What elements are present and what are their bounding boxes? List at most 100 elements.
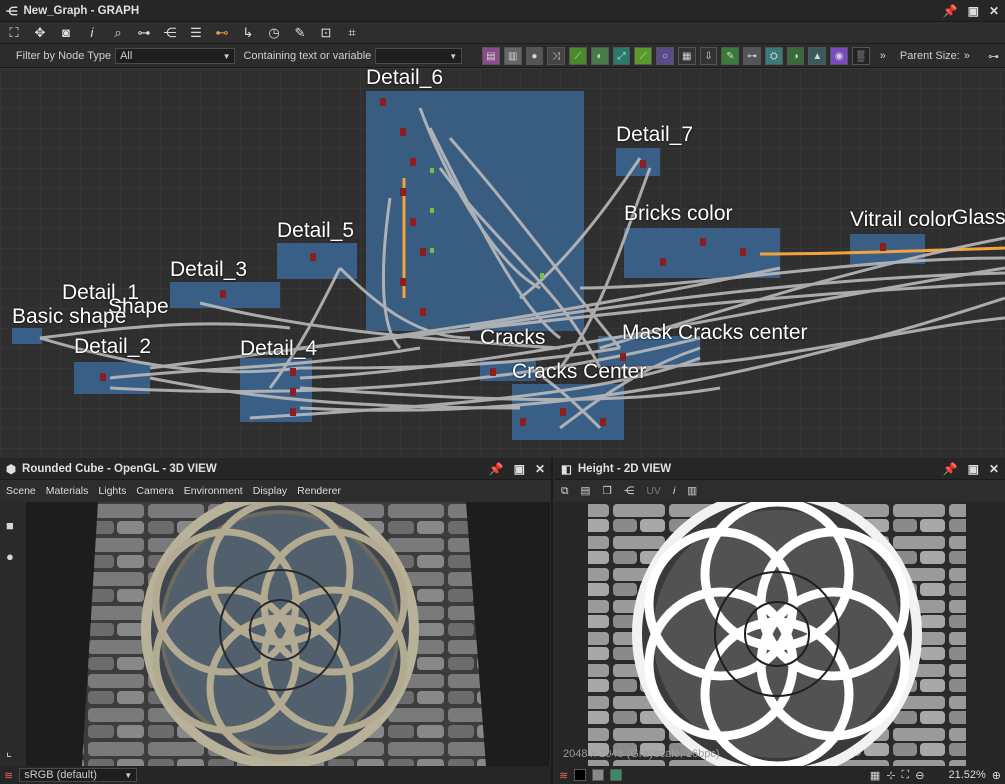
camera-icon[interactable]: ◙	[58, 25, 74, 41]
levels-node-icon[interactable]: ⟋	[634, 47, 653, 65]
connector-icon[interactable]: ⊶	[988, 50, 999, 63]
light-tool-icon[interactable]: ●	[6, 549, 20, 564]
copy-icon[interactable]: ❐	[602, 485, 611, 497]
view2d-viewport[interactable]: 2048 x 2048 (Grayscale, 16bpc)	[555, 502, 1005, 766]
bend-icon[interactable]: ↳	[240, 25, 256, 41]
menu-display[interactable]: Display	[253, 485, 287, 497]
pin-icon[interactable]: 📌	[943, 4, 958, 18]
wrench-icon[interactable]: ✎	[292, 25, 308, 41]
maximize-icon[interactable]: ▣	[968, 462, 979, 476]
gradient-node-icon[interactable]: ◐	[590, 47, 609, 65]
view3d-viewport[interactable]	[26, 502, 550, 766]
grid-node-icon[interactable]: ▦	[677, 47, 696, 65]
svg-node-icon[interactable]: ▥	[503, 47, 522, 65]
connect-icon[interactable]: ⊷	[214, 25, 230, 41]
cube-icon: ⬢	[6, 463, 17, 476]
frame-all-icon[interactable]: ⛶	[6, 25, 22, 41]
hierarchy-icon[interactable]: ⋲	[162, 25, 178, 41]
shuffle-node-icon[interactable]: ⤨	[547, 47, 566, 65]
maximize-icon[interactable]: ▣	[968, 4, 979, 18]
menu-camera[interactable]: Camera	[136, 485, 173, 497]
axes-icon[interactable]: ⌞	[6, 744, 12, 760]
menu-materials[interactable]: Materials	[46, 485, 89, 497]
black-swatch-icon[interactable]	[574, 769, 587, 781]
grid-icon[interactable]: ▦	[870, 769, 880, 782]
list-icon[interactable]: ☰	[188, 25, 204, 41]
frame-label-vitrail-color[interactable]: Vitrail color	[850, 208, 953, 232]
containing-text-input[interactable]: ▼	[375, 48, 463, 64]
pin-icon[interactable]: 📌	[489, 462, 504, 476]
view2d-toolbar: ⧉ ▤ ❐ ⋲ UV i ▥	[555, 480, 1005, 502]
close-icon[interactable]: ✕	[989, 462, 999, 476]
uniform-node-icon[interactable]: ●	[525, 47, 544, 65]
chevron-down-icon: ▼	[449, 51, 458, 61]
menu-lights[interactable]: Lights	[98, 485, 126, 497]
frame-label-detail-5[interactable]: Detail_5	[277, 219, 354, 243]
blend-node-icon[interactable]: ⊶	[743, 47, 761, 65]
graph-toolbar: ⛶ ✥ ◙ i ⌕ ⊶ ⋲ ☰ ⊷ ↳ ◷ ✎ ⊡ ⌗	[0, 22, 1005, 44]
frame-label-glass[interactable]: Glass	[952, 206, 1005, 230]
node-type-dropdown[interactable]: All ▼	[115, 48, 236, 64]
share-icon[interactable]: ⋲	[624, 485, 635, 497]
uv-button[interactable]: UV	[646, 485, 661, 497]
noise-node-icon[interactable]: ▒	[852, 47, 870, 65]
image-channel-icon[interactable]	[610, 769, 623, 781]
timer-icon[interactable]: ◷	[266, 25, 282, 41]
material-node-icon[interactable]: ◑	[786, 47, 805, 65]
bottom-panels: ⬢ Rounded Cube - OpenGL - 3D VIEW 📌 ▣ ✕ …	[0, 458, 1005, 784]
graph-canvas[interactable]: Detail_6 Detail_7 Detail_5 Detail_3 Deta…	[0, 68, 1005, 458]
transform-node-icon[interactable]: ⤢	[612, 47, 631, 65]
maximize-icon[interactable]: ▣	[514, 462, 525, 476]
grey-swatch-icon[interactable]	[592, 769, 605, 781]
close-icon[interactable]: ✕	[989, 4, 999, 18]
menu-renderer[interactable]: Renderer	[297, 485, 341, 497]
parent-size-more-button[interactable]: »	[964, 50, 970, 62]
pin-icon[interactable]: 📌	[943, 462, 958, 476]
tiling-icon[interactable]: ⊹	[886, 769, 895, 782]
height-map-image	[588, 502, 966, 766]
zoom-in-icon[interactable]: ⊕	[992, 769, 1001, 782]
export-icon[interactable]: ⊡	[318, 25, 334, 41]
zoom-out-icon[interactable]: ⊖	[915, 769, 924, 782]
view3d-menubar: Scene Materials Lights Camera Environmen…	[0, 480, 551, 502]
frame-label-detail-4[interactable]: Detail_4	[240, 337, 317, 361]
crop-icon[interactable]: ⌗	[344, 25, 360, 41]
info-icon[interactable]: i	[84, 25, 100, 41]
layers-icon[interactable]: ≋	[559, 769, 568, 782]
frame-label-bricks-color[interactable]: Bricks color	[624, 202, 733, 226]
sphere-node-icon[interactable]: ○	[656, 47, 674, 65]
histogram-node-icon[interactable]: ▲	[808, 47, 827, 65]
color-node-icon[interactable]: ◉	[830, 47, 848, 65]
camera-tool-icon[interactable]: ■	[6, 518, 20, 533]
view2d-icon: ◧	[561, 463, 572, 476]
rendered-window-cube	[82, 502, 486, 766]
output-node-icon[interactable]: ⇩	[699, 47, 718, 65]
frame-label-cracks-center[interactable]: Cracks Center	[512, 360, 646, 384]
frame-label-detail-6[interactable]: Detail_6	[366, 68, 443, 90]
fit-icon[interactable]: ⛶	[902, 769, 910, 782]
colorspace-dropdown[interactable]: sRGB (default) ▼	[19, 768, 138, 782]
compare-icon[interactable]: ⧉	[561, 485, 569, 498]
menu-environment[interactable]: Environment	[184, 485, 243, 497]
frame-label-basic-shape[interactable]: Basic shape	[12, 305, 126, 329]
frame-label-detail-3[interactable]: Detail_3	[170, 258, 247, 282]
frame-label-cracks[interactable]: Cracks	[480, 326, 545, 350]
light-node-icon[interactable]: ⛭	[764, 47, 783, 65]
frame-label-detail-7[interactable]: Detail_7	[616, 123, 693, 147]
close-icon[interactable]: ✕	[535, 462, 545, 476]
layers-icon[interactable]: ≋	[4, 769, 13, 782]
graph-panel-titlebar: ⋲ New_Graph - GRAPH 📌 ▣ ✕	[0, 0, 1005, 22]
histogram-icon[interactable]: ▥	[687, 485, 697, 497]
bitmap-node-icon[interactable]: ▤	[481, 47, 500, 65]
move-icon[interactable]: ✥	[32, 25, 48, 41]
save-icon[interactable]: ▤	[581, 485, 591, 497]
frame-label-detail-2[interactable]: Detail_2	[74, 335, 151, 359]
link-icon[interactable]: ⊶	[136, 25, 152, 41]
frame-label-mask-cracks-center[interactable]: Mask Cracks center	[622, 321, 808, 345]
curve-node-icon[interactable]: ⟋	[569, 47, 587, 65]
paint-node-icon[interactable]: ✎	[721, 47, 740, 65]
more-nodes-button[interactable]: »	[880, 50, 886, 62]
menu-scene[interactable]: Scene	[6, 485, 36, 497]
search-icon[interactable]: ⌕	[110, 25, 126, 41]
info-icon[interactable]: i	[673, 485, 675, 497]
